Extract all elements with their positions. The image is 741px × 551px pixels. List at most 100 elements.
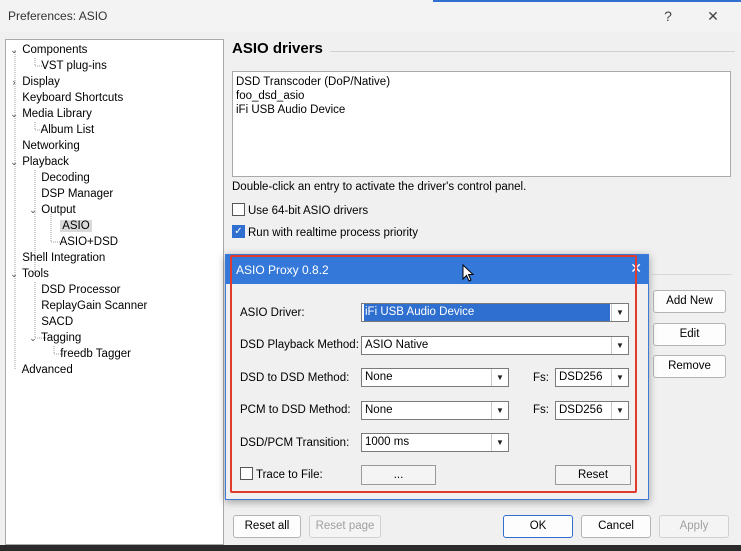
- tree-item-label: Tagging: [41, 332, 82, 344]
- tree-item[interactable]: ⌄ Output: [28, 202, 76, 218]
- tree-item-label: ASIO: [60, 220, 92, 232]
- chevron-down-icon[interactable]: ▼: [611, 304, 628, 321]
- fs-select[interactable]: DSD256 ▼: [555, 368, 629, 387]
- apply-button[interactable]: Apply: [659, 515, 729, 538]
- tree-expander-icon[interactable]: ⌄: [28, 202, 38, 218]
- driver-hint: Double-click an entry to activate the dr…: [232, 181, 527, 193]
- dsd-to-dsd-select[interactable]: None ▼: [361, 368, 509, 387]
- tree-item-label: Media Library: [22, 108, 92, 120]
- heading-divider: [330, 51, 735, 52]
- tree-item[interactable]: ⌄ Playback: [9, 154, 69, 170]
- tree-item-label: VST plug-ins: [41, 60, 107, 72]
- pcm-to-dsd-value: None: [365, 404, 393, 416]
- browse-button[interactable]: ...: [361, 465, 436, 485]
- tree-item[interactable]: VST plug-ins: [28, 58, 107, 74]
- chevron-down-icon[interactable]: ▼: [491, 434, 508, 451]
- driver-list[interactable]: DSD Transcoder (DoP/Native) foo_dsd_asio…: [232, 71, 731, 177]
- pcm-to-dsd-select[interactable]: None ▼: [361, 401, 509, 420]
- tree-item[interactable]: ⌄ Media Library: [9, 106, 92, 122]
- tree-expander-icon[interactable]: ⌄: [28, 330, 38, 346]
- tree-item[interactable]: Networking: [9, 138, 80, 154]
- tree-item[interactable]: freedb Tagger: [47, 346, 131, 362]
- tree-item-label: Shell Integration: [22, 252, 106, 264]
- title-bar: Preferences: ASIO ? ✕: [0, 0, 741, 32]
- asio-driver-value: iFi USB Audio Device: [364, 304, 610, 321]
- tree-expander-icon[interactable]: ⌄: [9, 266, 19, 282]
- checkbox-checked[interactable]: ✓: [232, 225, 245, 239]
- dsd-playback-select[interactable]: ASIO Native ▼: [361, 336, 629, 355]
- asio-proxy-dialog: ASIO Proxy 0.8.2 ✕ ASIO Driver: iFi USB …: [225, 254, 649, 500]
- add-new-button[interactable]: Add New: [653, 290, 726, 313]
- tree-item[interactable]: ⌄ Tagging: [28, 330, 81, 346]
- tree-item[interactable]: ReplayGain Scanner: [28, 298, 147, 314]
- tree-item[interactable]: › Display: [9, 74, 60, 90]
- tree-item[interactable]: ASIO+DSD: [47, 234, 118, 250]
- chevron-down-icon[interactable]: ▼: [491, 402, 508, 419]
- tree-item-label: Output: [41, 204, 76, 216]
- tree-item[interactable]: Keyboard Shortcuts: [9, 90, 123, 106]
- chevron-down-icon[interactable]: ▼: [611, 337, 628, 354]
- tree-item-label: DSP Manager: [41, 188, 114, 200]
- tree-item[interactable]: SACD: [28, 314, 73, 330]
- use-64bit-label: Use 64-bit ASIO drivers: [248, 205, 369, 217]
- proxy-close-icon[interactable]: ✕: [630, 260, 642, 277]
- chevron-down-icon[interactable]: ▼: [611, 402, 628, 419]
- checkbox-box[interactable]: [240, 467, 253, 481]
- tree-item[interactable]: ⌄ Tools: [9, 266, 49, 282]
- fs-label: Fs:: [533, 404, 549, 416]
- tree-item-label: Display: [22, 76, 60, 88]
- tree-expander-icon[interactable]: ⌄: [9, 154, 19, 170]
- reset-all-button[interactable]: Reset all: [233, 515, 301, 538]
- tree-item[interactable]: ASIO: [47, 218, 92, 234]
- tree-expander-icon[interactable]: ›: [9, 74, 19, 90]
- taskbar-strip: [0, 545, 741, 551]
- reset-page-button[interactable]: Reset page: [309, 515, 381, 538]
- realtime-priority-checkbox[interactable]: ✓ Run with realtime process priority: [232, 225, 418, 240]
- driver-item[interactable]: foo_dsd_asio: [236, 89, 304, 103]
- tree-item[interactable]: DSD Processor: [28, 282, 120, 298]
- fs-value: DSD256: [559, 404, 603, 416]
- tree-item[interactable]: Advanced: [9, 362, 73, 378]
- tree-item-label: freedb Tagger: [60, 348, 131, 360]
- reset-button[interactable]: Reset: [555, 465, 631, 485]
- tree-item[interactable]: Decoding: [28, 170, 90, 186]
- fs-select[interactable]: DSD256 ▼: [555, 401, 629, 420]
- title-accent: [433, 0, 741, 2]
- tree-item[interactable]: ⌄ Components: [9, 42, 87, 58]
- remove-button[interactable]: Remove: [653, 355, 726, 378]
- group-divider: [652, 274, 732, 275]
- dsd-playback-label: DSD Playback Method:: [240, 339, 359, 351]
- asio-driver-select[interactable]: iFi USB Audio Device ▼: [361, 303, 629, 322]
- dsd-to-dsd-label: DSD to DSD Method:: [240, 372, 350, 384]
- edit-button[interactable]: Edit: [653, 323, 726, 346]
- chevron-down-icon[interactable]: ▼: [491, 369, 508, 386]
- tree-item-label: SACD: [41, 316, 74, 328]
- driver-item[interactable]: iFi USB Audio Device: [236, 103, 345, 117]
- asio-driver-label: ASIO Driver:: [240, 307, 305, 319]
- tree-item-label: ASIO+DSD: [59, 236, 119, 248]
- window-title: Preferences: ASIO: [8, 9, 108, 23]
- help-button[interactable]: ?: [656, 6, 680, 26]
- use-64bit-checkbox[interactable]: Use 64-bit ASIO drivers: [232, 203, 369, 218]
- transition-select[interactable]: 1000 ms ▼: [361, 433, 509, 452]
- fs-value: DSD256: [559, 371, 603, 383]
- chevron-down-icon[interactable]: ▼: [611, 369, 628, 386]
- driver-item[interactable]: DSD Transcoder (DoP/Native): [236, 75, 390, 89]
- tree-item-label: Keyboard Shortcuts: [22, 92, 124, 104]
- cancel-button[interactable]: Cancel: [581, 515, 651, 538]
- checkbox-box[interactable]: [232, 203, 245, 217]
- tree-item-label: ReplayGain Scanner: [41, 300, 148, 312]
- tree-item[interactable]: Album List: [28, 122, 95, 138]
- tree-expander-icon[interactable]: ⌄: [9, 42, 19, 58]
- trace-to-file-checkbox[interactable]: Trace to File:: [240, 467, 323, 482]
- tree-item-label: Tools: [22, 268, 49, 280]
- close-button[interactable]: ✕: [701, 6, 725, 26]
- tree-expander-icon[interactable]: ⌄: [9, 106, 19, 122]
- ok-button[interactable]: OK: [503, 515, 573, 538]
- fs-label: Fs:: [533, 372, 549, 384]
- tree-item[interactable]: Shell Integration: [9, 250, 105, 266]
- tree-item-label: Components: [22, 44, 88, 56]
- tree-item[interactable]: DSP Manager: [28, 186, 113, 202]
- mouse-cursor-icon: [462, 264, 475, 282]
- dsd-playback-value: ASIO Native: [365, 339, 429, 351]
